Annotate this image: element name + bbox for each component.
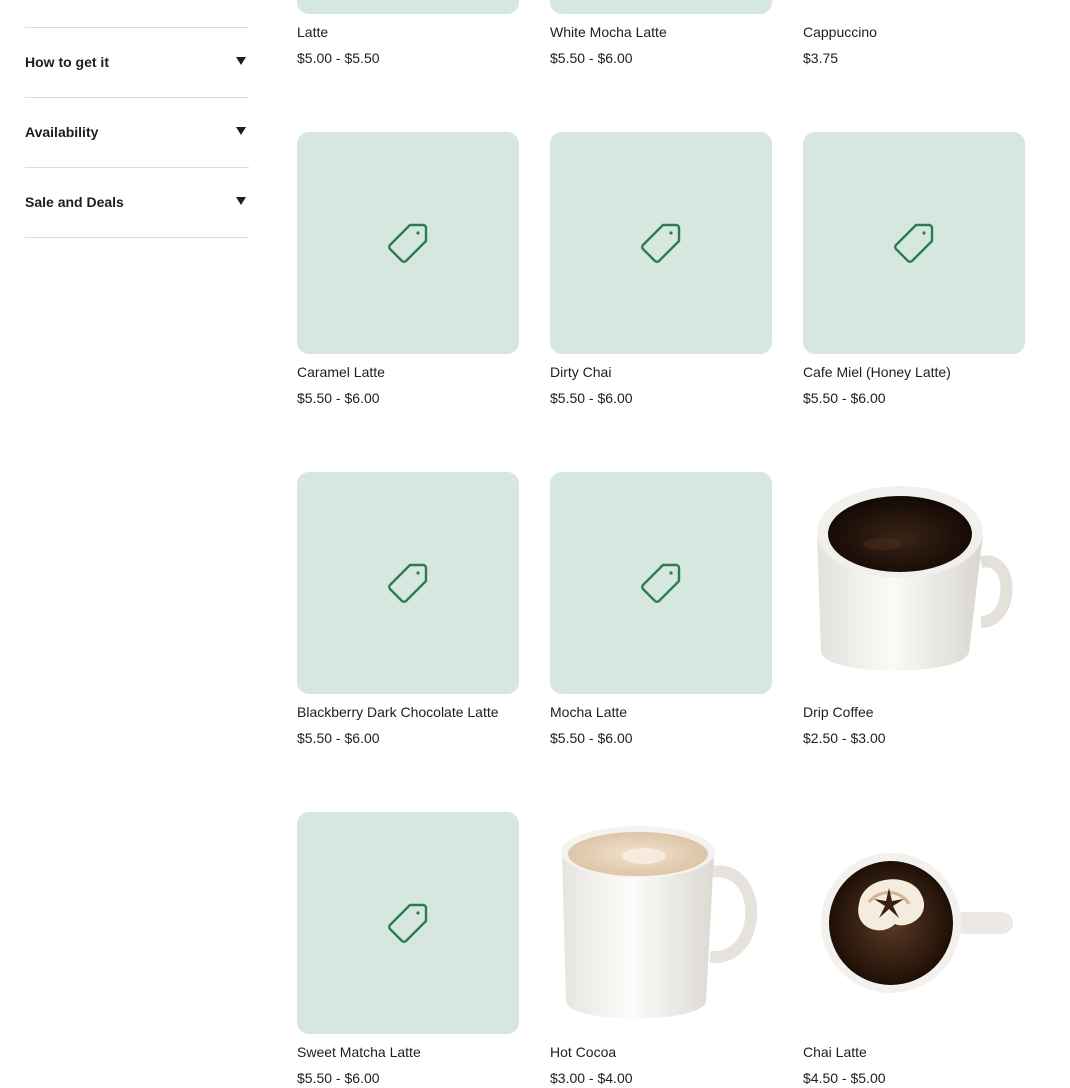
tag-icon (892, 221, 936, 265)
product-price: $5.50 - $6.00 (550, 50, 633, 66)
product-name: Chai Latte (803, 1044, 867, 1060)
product-grid: Latte $5.00 - $5.50 White Mocha Latte $5… (297, 0, 1025, 1088)
tag-icon (386, 901, 430, 945)
product-image (297, 0, 519, 14)
chai-latte-photo (821, 853, 1013, 993)
caret-down-icon (236, 197, 246, 205)
product-image (297, 812, 519, 1034)
product-image (803, 472, 1025, 694)
product-name: Cafe Miel (Honey Latte) (803, 364, 951, 380)
caret-down-icon (236, 57, 246, 65)
product-price: $3.00 - $4.00 (550, 1070, 633, 1086)
product-image (550, 0, 772, 14)
product-price: $5.00 - $5.50 (297, 50, 380, 66)
product-name: Cappuccino (803, 24, 877, 40)
product-price: $5.50 - $6.00 (297, 730, 380, 746)
product-name: Caramel Latte (297, 364, 385, 380)
product-image (803, 812, 1025, 1034)
product-price: $5.50 - $6.00 (550, 390, 633, 406)
hot-cocoa-photo (561, 826, 758, 1019)
product-name: Hot Cocoa (550, 1044, 617, 1060)
tag-icon (639, 221, 683, 265)
product-image (803, 0, 1025, 14)
product-price: $2.50 - $3.00 (803, 730, 886, 746)
filter-how-to-get-it[interactable]: How to get it (25, 28, 249, 98)
product-price: $4.50 - $5.00 (803, 1070, 886, 1086)
filter-availability[interactable]: Availability (25, 98, 249, 168)
product-name: Drip Coffee (803, 704, 874, 720)
tag-icon (386, 561, 430, 605)
product-name: Latte (297, 24, 329, 40)
filter-label: How to get it (25, 54, 109, 70)
product-price: $3.75 (803, 50, 839, 66)
product-name: Sweet Matcha Latte (297, 1044, 421, 1060)
product-name: Mocha Latte (550, 704, 628, 720)
filter-label: Availability (25, 124, 99, 140)
product-image (297, 472, 519, 694)
filter-label: Sale and Deals (25, 194, 124, 210)
drip-coffee-photo (817, 486, 1013, 671)
product-image (550, 812, 772, 1034)
tag-icon (639, 561, 683, 605)
product-price: $5.50 - $6.00 (297, 390, 380, 406)
product-name: White Mocha Latte (550, 24, 667, 40)
product-image (550, 472, 772, 694)
product-image (803, 132, 1025, 354)
product-price: $5.50 - $6.00 (803, 390, 886, 406)
filter-sale-and-deals[interactable]: Sale and Deals (25, 168, 249, 238)
product-image (297, 132, 519, 354)
product-name: Blackberry Dark Chocolate Latte (297, 704, 499, 720)
tag-icon (386, 221, 430, 265)
product-name: Dirty Chai (550, 364, 612, 380)
product-price: $5.50 - $6.00 (550, 730, 633, 746)
caret-down-icon (236, 127, 246, 135)
product-price: $5.50 - $6.00 (297, 1070, 380, 1086)
product-image (550, 132, 772, 354)
